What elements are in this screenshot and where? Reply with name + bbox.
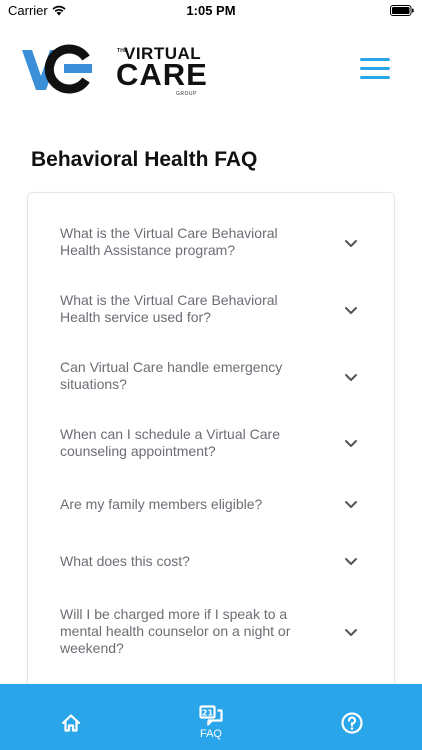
faq-list: What is the Virtual Care Behavioral Heal…	[27, 192, 395, 692]
hamburger-menu-button[interactable]	[358, 56, 392, 82]
faq-item[interactable]: When can I schedule a Virtual Care couns…	[28, 418, 394, 472]
tab-faq-label: FAQ	[199, 728, 222, 740]
chevron-down-icon[interactable]	[344, 306, 358, 315]
logo-wordmark: THE VIRTUAL CARE GROUP	[112, 44, 222, 102]
logo-group-text: GROUP	[176, 91, 197, 97]
chevron-down-icon[interactable]	[344, 628, 358, 637]
chevron-down-icon[interactable]	[344, 373, 358, 382]
bottom-tab-bar: 21 FAQ	[0, 684, 422, 750]
faq-item[interactable]: What is the Virtual Care Behavioral Heal…	[28, 284, 394, 338]
chevron-down-icon[interactable]	[344, 439, 358, 448]
faq-question: What is the Virtual Care Behavioral Heal…	[60, 225, 278, 258]
tab-faq[interactable]: 21 FAQ	[166, 684, 256, 750]
tab-home[interactable]	[26, 684, 116, 750]
status-bar: Carrier 1:05 PM	[0, 0, 422, 22]
faq-question: Will I be charged more if I speak to a m…	[60, 606, 291, 656]
faq-item[interactable]: What does this cost?	[28, 545, 394, 579]
tab-help[interactable]	[307, 684, 397, 750]
logo-mark-icon	[22, 44, 92, 94]
faq-question: Can Virtual Care handle emergency situat…	[60, 359, 283, 392]
svg-text:21: 21	[202, 709, 214, 718]
app-header: THE VIRTUAL CARE GROUP	[0, 22, 422, 122]
faq-question: Are my family members eligible?	[60, 496, 263, 512]
chevron-down-icon[interactable]	[344, 239, 358, 248]
chevron-down-icon[interactable]	[344, 557, 358, 566]
faq-item[interactable]: Will I be charged more if I speak to a m…	[28, 598, 394, 670]
faq-question: When can I schedule a Virtual Care couns…	[60, 426, 280, 459]
faq-question: What is the Virtual Care Behavioral Heal…	[60, 292, 278, 325]
battery-icon	[390, 5, 414, 16]
home-icon	[61, 714, 81, 732]
faq-icon: 21	[199, 705, 223, 726]
faq-item[interactable]: Can Virtual Care handle emergency situat…	[28, 351, 394, 405]
faq-item[interactable]: Are my family members eligible?	[28, 488, 394, 522]
faq-question: What does this cost?	[60, 553, 190, 569]
page-title: Behavioral Health FAQ	[31, 148, 258, 171]
status-time: 1:05 PM	[186, 3, 236, 18]
logo-care-text: CARE	[116, 57, 208, 92]
menu-line	[360, 58, 390, 61]
chevron-down-icon[interactable]	[344, 500, 358, 509]
menu-line	[360, 67, 390, 70]
help-icon	[341, 712, 363, 734]
faq-item[interactable]: What is the Virtual Care Behavioral Heal…	[28, 217, 394, 271]
menu-line	[360, 76, 390, 79]
